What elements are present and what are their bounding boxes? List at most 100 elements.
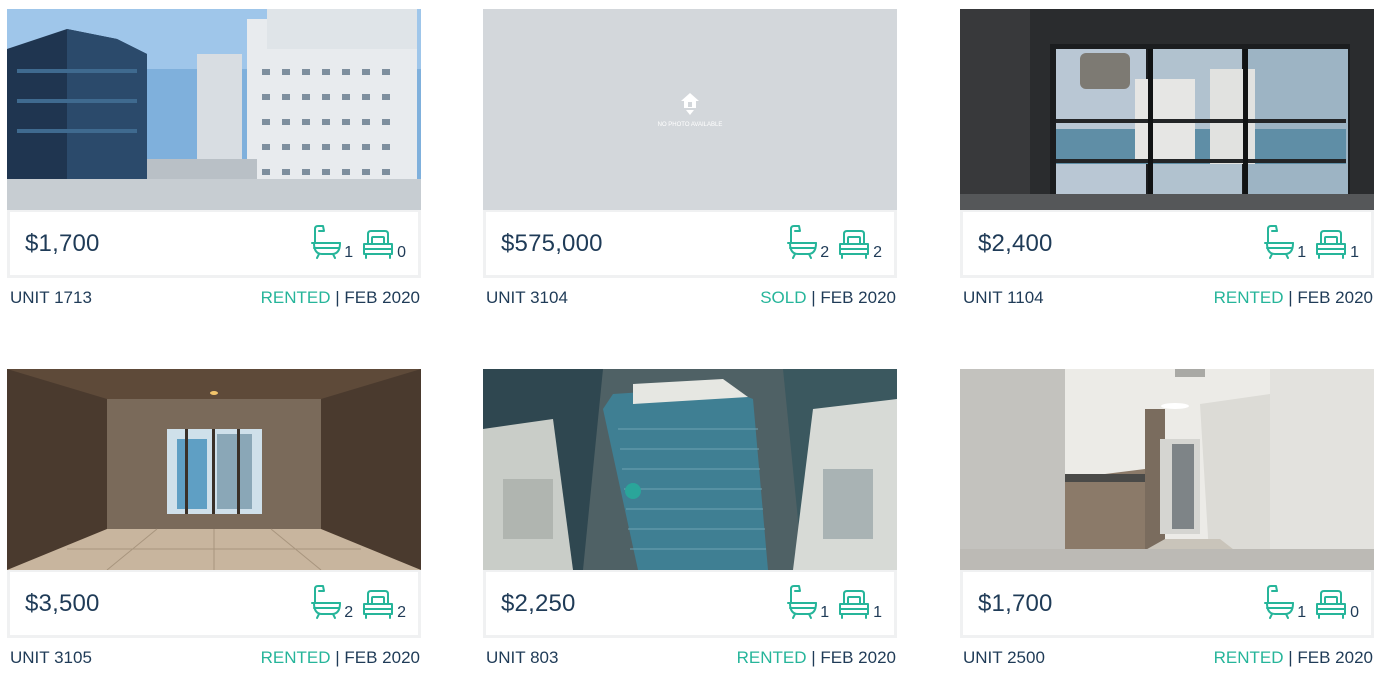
bed-icon — [1314, 228, 1348, 260]
listing-card[interactable]: NO PHOTO AVAILABLE $575,000 2 2 UNIT 310… — [483, 9, 897, 313]
unit-number: UNIT 803 — [486, 648, 559, 667]
bath-spec: 1 — [1263, 224, 1307, 261]
bath-count: 2 — [344, 604, 354, 621]
separator: | — [335, 648, 340, 667]
listing-price: $1,700 — [25, 230, 100, 257]
listing-meta: UNIT 1713 RENTED | FEB 2020 — [7, 285, 421, 313]
bath-spec: 2 — [310, 584, 354, 621]
bed-spec: 0 — [1314, 588, 1359, 621]
status-line: RENTED | FEB 2020 — [1214, 288, 1373, 308]
bathtub-icon — [1263, 584, 1295, 620]
bed-count: 0 — [1350, 604, 1359, 621]
listing-price: $1,700 — [978, 590, 1053, 617]
bed-count: 2 — [397, 604, 406, 621]
listing-date: FEB 2020 — [820, 648, 896, 667]
listing-date: FEB 2020 — [344, 648, 420, 667]
listing-date: FEB 2020 — [1297, 288, 1373, 307]
bath-count: 1 — [1297, 244, 1307, 261]
bathtub-icon — [310, 224, 342, 260]
bed-count: 1 — [873, 604, 882, 621]
status-label: RENTED — [1213, 288, 1284, 307]
status-label: SOLD — [760, 288, 807, 307]
bathtub-icon — [1263, 224, 1295, 260]
bed-count: 2 — [873, 244, 882, 261]
listing-price: $575,000 — [501, 230, 603, 257]
bed-spec: 1 — [837, 588, 882, 621]
bed-spec: 2 — [361, 588, 406, 621]
separator: | — [335, 288, 340, 307]
bed-spec: 2 — [837, 228, 882, 261]
listing-date: FEB 2020 — [344, 288, 420, 307]
status-line: RENTED | FEB 2020 — [261, 648, 420, 668]
listing-meta: UNIT 3104 SOLD | FEB 2020 — [483, 285, 897, 313]
listing-info-box: $1,700 1 0 — [7, 210, 421, 278]
unit-number: UNIT 1104 — [963, 288, 1044, 307]
listing-card[interactable]: $2,400 1 1 UNIT 1104 RENTED | FEB 2020 — [960, 9, 1374, 313]
listing-info-box: $575,000 2 2 — [483, 210, 897, 278]
status-label: RENTED — [1213, 648, 1284, 667]
listing-photo[interactable] — [960, 369, 1374, 570]
bath-spec: 2 — [786, 224, 830, 261]
bath-spec: 1 — [1263, 584, 1307, 621]
bed-spec: 1 — [1314, 228, 1359, 261]
listing-price: $2,400 — [978, 230, 1053, 257]
listing-card[interactable]: $3,500 2 2 UNIT 3105 RENTED | FEB 2020 — [7, 369, 421, 673]
listing-price: $2,250 — [501, 590, 576, 617]
bed-spec: 0 — [361, 228, 406, 261]
status-line: RENTED | FEB 2020 — [261, 288, 420, 308]
bathtub-icon — [310, 584, 342, 620]
unit-number: UNIT 3105 — [10, 648, 92, 667]
unit-number: UNIT 2500 — [963, 648, 1045, 667]
listing-specs: 2 2 — [310, 584, 406, 621]
listing-card[interactable]: $2,250 1 1 UNIT 803 RENTED | FEB 2020 — [483, 369, 897, 673]
bath-spec: 1 — [310, 224, 354, 261]
listing-info-box: $2,250 1 1 — [483, 570, 897, 638]
listing-meta: UNIT 803 RENTED | FEB 2020 — [483, 645, 897, 673]
bed-icon — [361, 228, 395, 260]
status-label: RENTED — [736, 648, 807, 667]
separator: | — [1288, 288, 1293, 307]
listing-specs: 2 2 — [786, 224, 882, 261]
listing-photo[interactable] — [7, 9, 421, 210]
bed-count: 1 — [1350, 244, 1359, 261]
status-label: RENTED — [260, 288, 331, 307]
bathtub-icon — [786, 224, 818, 260]
listing-photo[interactable] — [960, 9, 1374, 210]
listing-date: FEB 2020 — [1297, 648, 1373, 667]
status-line: RENTED | FEB 2020 — [1214, 648, 1373, 668]
listing-card[interactable]: $1,700 1 — [7, 9, 421, 313]
listing-date: FEB 2020 — [820, 288, 896, 307]
listing-specs: 1 1 — [1263, 224, 1359, 261]
listing-card[interactable]: $1,700 1 — [960, 369, 1374, 673]
listing-meta: UNIT 3105 RENTED | FEB 2020 — [7, 645, 421, 673]
bath-count: 1 — [1297, 604, 1307, 621]
bath-count: 2 — [820, 244, 830, 261]
listing-specs: 1 1 — [786, 584, 882, 621]
bath-count: 1 — [344, 244, 354, 261]
listing-specs: 1 0 — [1263, 584, 1359, 621]
status-label: RENTED — [260, 648, 331, 667]
listing-specs: 1 0 — [310, 224, 406, 261]
bed-icon — [837, 588, 871, 620]
unit-number: UNIT 3104 — [486, 288, 568, 307]
listing-photo[interactable] — [483, 369, 897, 570]
listing-info-box: $1,700 1 0 — [960, 570, 1374, 638]
listing-photo[interactable]: NO PHOTO AVAILABLE — [483, 9, 897, 210]
separator: | — [1288, 648, 1293, 667]
listing-photo[interactable] — [7, 369, 421, 570]
listing-meta: UNIT 1104 RENTED | FEB 2020 — [960, 285, 1374, 313]
no-photo-text: NO PHOTO AVAILABLE — [658, 122, 723, 128]
unit-number: UNIT 1713 — [10, 288, 92, 307]
bed-icon — [361, 588, 395, 620]
separator: | — [811, 648, 816, 667]
bed-icon — [837, 228, 871, 260]
bed-count: 0 — [397, 244, 406, 261]
listing-info-box: $3,500 2 2 — [7, 570, 421, 638]
listing-info-box: $2,400 1 1 — [960, 210, 1374, 278]
listing-price: $3,500 — [25, 590, 100, 617]
status-line: RENTED | FEB 2020 — [737, 648, 896, 668]
listing-meta: UNIT 2500 RENTED | FEB 2020 — [960, 645, 1374, 673]
bath-count: 1 — [820, 604, 830, 621]
bathtub-icon — [786, 584, 818, 620]
listings-grid: $1,700 1 0 UNIT 1713 RENTED | FEB 2020 N… — [0, 0, 1387, 673]
